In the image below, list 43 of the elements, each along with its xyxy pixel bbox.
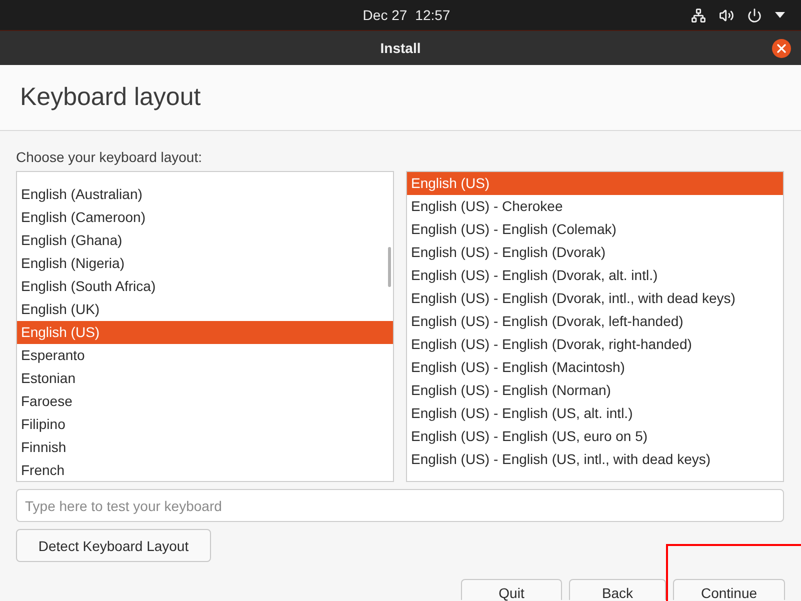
layout-item[interactable]: English (Australian) bbox=[17, 183, 393, 206]
layout-item[interactable]: English (Nigeria) bbox=[17, 252, 393, 275]
layout-item[interactable]: Esperanto bbox=[17, 344, 393, 367]
caret-down-icon[interactable] bbox=[775, 12, 785, 18]
power-icon[interactable] bbox=[747, 8, 762, 22]
test-input-field[interactable]: Type here to test your keyboard bbox=[16, 489, 784, 522]
network-icon[interactable] bbox=[691, 8, 706, 22]
variant-item[interactable]: English (US) - English (Colemak) bbox=[407, 218, 783, 241]
layout-item[interactable]: English (Ghana) bbox=[17, 229, 393, 252]
variant-item[interactable]: English (US) - English (Norman) bbox=[407, 379, 783, 402]
clock-time[interactable]: 12:57 bbox=[415, 7, 450, 23]
scrollbar-thumb[interactable] bbox=[388, 247, 391, 287]
layout-item[interactable]: Estonian bbox=[17, 367, 393, 390]
layout-item[interactable]: English (Cameroon) bbox=[17, 206, 393, 229]
volume-icon[interactable] bbox=[719, 8, 734, 22]
layout-item[interactable]: Faroese bbox=[17, 390, 393, 413]
variant-item[interactable]: English (US) - English (Macintosh) bbox=[407, 356, 783, 379]
variant-item[interactable]: English (US) - English (Dvorak, intl., with dead keys) bbox=[407, 287, 783, 310]
window-title: Install bbox=[380, 40, 421, 56]
variant-item[interactable]: English (US) - English (US, euro on 5) bbox=[407, 425, 783, 448]
layout-item[interactable]: English (US) bbox=[17, 321, 393, 344]
variant-item[interactable]: English (US) - English (Dvorak, alt. intl.) bbox=[407, 264, 783, 287]
page-heading: Keyboard layout bbox=[20, 83, 201, 112]
variant-item[interactable]: English (US) bbox=[407, 172, 783, 195]
layout-item[interactable]: Finnish bbox=[17, 436, 393, 459]
prompt-label: Choose your keyboard layout: bbox=[16, 148, 202, 166]
layout-item[interactable]: English (South Africa) bbox=[17, 275, 393, 298]
variant-item[interactable]: English (US) - Cherokee bbox=[407, 195, 783, 218]
detect-layout-button[interactable]: Detect Keyboard Layout bbox=[16, 529, 211, 562]
variant-item[interactable]: English (US) - English (Dvorak, left-handed) bbox=[407, 310, 783, 333]
layout-item[interactable]: English (UK) bbox=[17, 298, 393, 321]
quit-button[interactable]: Quit bbox=[461, 579, 562, 600]
variant-item[interactable]: English (US) - English (Dvorak, right-handed) bbox=[407, 333, 783, 356]
back-button[interactable]: Back bbox=[569, 579, 666, 600]
layout-item[interactable]: Filipino bbox=[17, 413, 393, 436]
clock-date[interactable]: Dec 27 bbox=[362, 7, 408, 23]
close-icon bbox=[777, 44, 786, 52]
variant-item[interactable]: English (US) - English (US, intl., with dead keys) bbox=[407, 448, 783, 471]
close-button[interactable] bbox=[772, 38, 791, 58]
layout-item[interactable]: French bbox=[17, 459, 393, 481]
variant-item[interactable]: English (US) - English (Dvorak) bbox=[407, 241, 783, 264]
variant-item[interactable]: English (US) - English (US, alt. intl.) bbox=[407, 402, 783, 425]
continue-button[interactable]: Continue bbox=[673, 579, 785, 600]
